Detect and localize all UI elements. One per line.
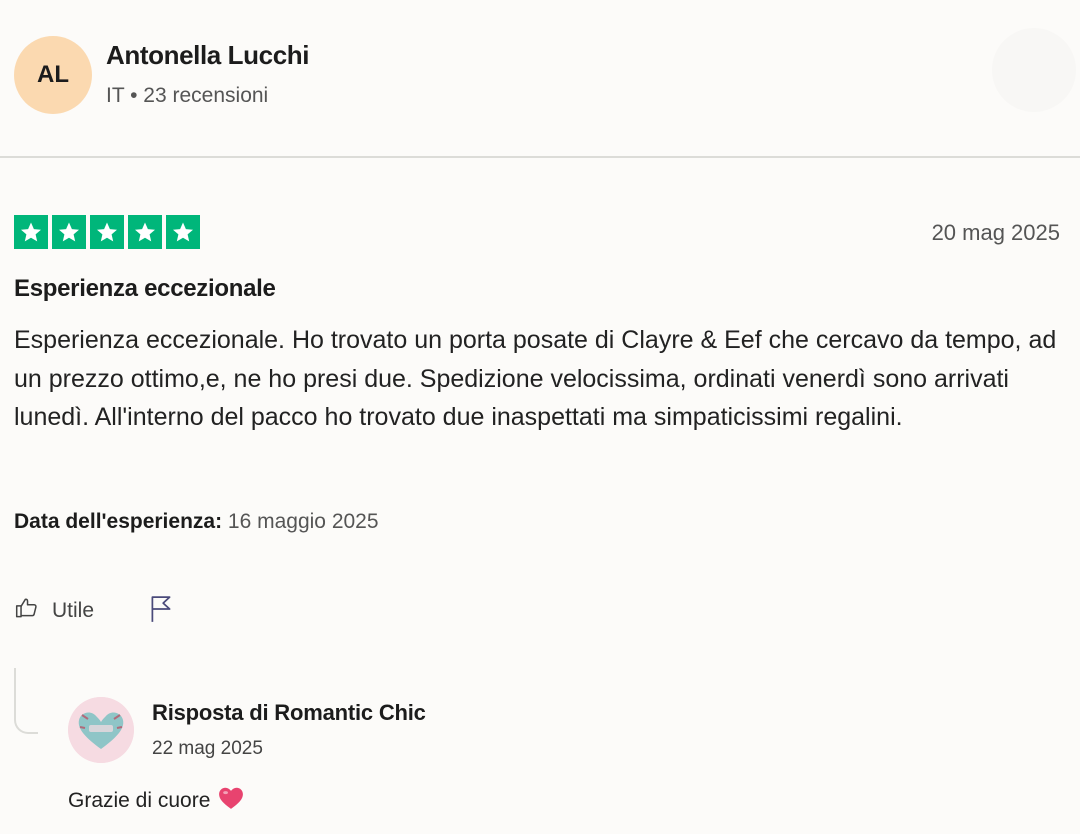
review-date: 20 mag 2025 bbox=[931, 220, 1060, 245]
star-icon bbox=[166, 215, 200, 249]
experience-date: Data dell'esperienza: 16 maggio 2025 bbox=[14, 510, 379, 534]
reply-connector bbox=[14, 668, 38, 734]
star-icon bbox=[14, 215, 48, 249]
divider bbox=[0, 156, 1080, 158]
star-icon bbox=[90, 215, 124, 249]
useful-label: Utile bbox=[52, 599, 95, 622]
more-options-button[interactable] bbox=[992, 28, 1076, 112]
reply-message: Grazie di cuore bbox=[68, 786, 244, 816]
star-rating bbox=[14, 215, 200, 249]
reply-date: 22 mag 2025 bbox=[152, 738, 263, 759]
useful-button[interactable]: Utile bbox=[14, 595, 94, 627]
reviewer-avatar[interactable]: AL bbox=[14, 36, 92, 114]
reply-text: Grazie di cuore bbox=[68, 789, 211, 812]
reviewer-header: AL Antonella Lucchi IT • 23 recensioni bbox=[0, 0, 1080, 156]
star-icon bbox=[52, 215, 86, 249]
review-body: Esperienza eccezionale. Ho trovato un po… bbox=[14, 326, 1057, 431]
experience-date-label: Data dell'esperienza: bbox=[14, 510, 223, 533]
heart-icon bbox=[218, 786, 244, 816]
reply-title: Risposta di Romantic Chic bbox=[152, 700, 426, 725]
thumbs-up-icon bbox=[14, 595, 40, 627]
experience-date-value: 16 maggio 2025 bbox=[227, 510, 379, 533]
flag-icon bbox=[148, 596, 174, 627]
report-button[interactable] bbox=[148, 595, 174, 628]
reviewer-meta: IT • 23 recensioni bbox=[106, 84, 269, 107]
review-title: Esperienza eccezionale bbox=[14, 275, 276, 302]
reviewer-name[interactable]: Antonella Lucchi bbox=[106, 40, 309, 71]
company-logo[interactable] bbox=[68, 697, 134, 763]
star-icon bbox=[128, 215, 162, 249]
